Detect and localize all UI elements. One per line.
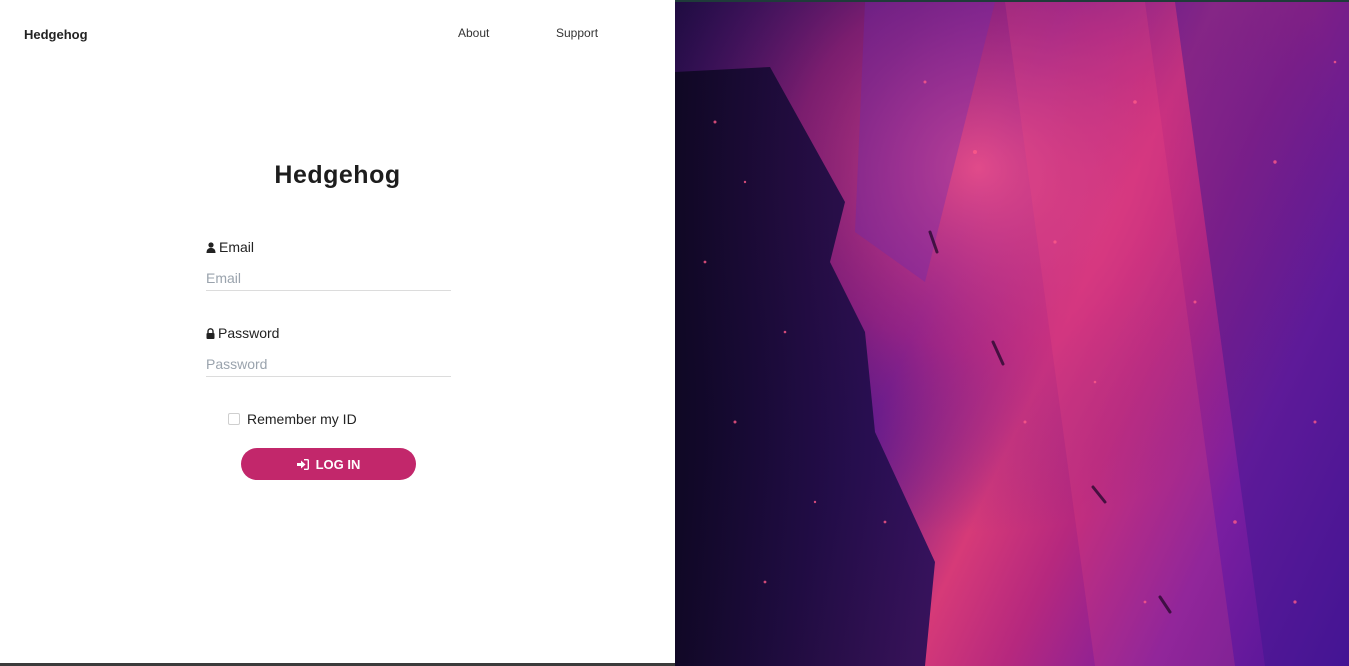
- remember-checkbox[interactable]: [228, 413, 240, 425]
- lock-icon: [206, 327, 215, 339]
- email-label-text: Email: [219, 239, 255, 255]
- sign-in-icon: [296, 458, 309, 470]
- remember-me[interactable]: Remember my ID: [228, 411, 357, 427]
- form-title: Hedgehog: [274, 161, 401, 189]
- background-image: [675, 2, 1349, 666]
- remember-label: Remember my ID: [247, 411, 357, 427]
- login-panel: Hedgehog About Support Hedgehog Email Pa…: [0, 0, 675, 666]
- brand-logo[interactable]: Hedgehog: [24, 27, 88, 42]
- nav-link-about[interactable]: About: [458, 26, 489, 40]
- password-label: Password: [206, 325, 279, 341]
- email-label: Email: [206, 239, 254, 255]
- nav-link-support[interactable]: Support: [556, 26, 598, 40]
- background-artwork: [675, 2, 1349, 666]
- login-button-label: LOG IN: [315, 456, 361, 472]
- user-icon: [206, 241, 216, 253]
- email-field[interactable]: [206, 265, 451, 291]
- password-label-text: Password: [218, 325, 280, 341]
- password-field[interactable]: [206, 351, 451, 377]
- login-button[interactable]: LOG IN: [241, 448, 416, 480]
